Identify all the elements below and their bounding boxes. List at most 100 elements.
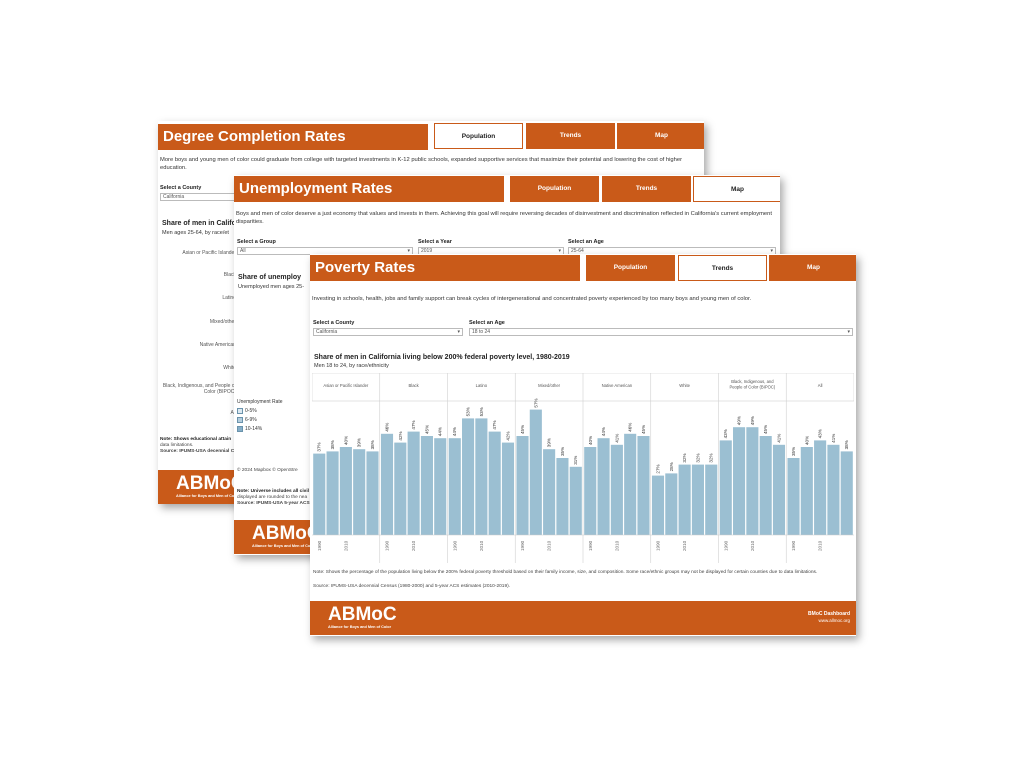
bar [488,431,501,535]
bar [475,418,488,535]
bar-value-label: 46% [385,423,390,432]
bar [624,433,637,535]
abmoc-logo-subtitle: Alliance for Boys and Men of Color [252,544,316,548]
x-tick-label: 2010 [547,540,552,551]
unemp-tab-map[interactable]: Map [693,176,780,202]
x-tick-label: 2010 [682,540,687,551]
poverty-chart-title: Share of men in California living below … [314,354,570,361]
x-tick-label: 1990 [317,540,322,551]
bar [529,409,542,535]
bar [584,447,597,535]
bar [326,451,339,535]
degree-tab-population[interactable]: Population [434,123,523,149]
unemp-age-label: Select an Age [568,239,604,245]
bar-value-label: 38% [330,440,335,449]
unemp-tab-trends[interactable]: Trends [602,176,691,202]
dashboard-url-link[interactable]: www.allmoc.org [818,618,850,623]
degree-tab-trends[interactable]: Trends [526,123,615,149]
degree-chart-title: Share of men in Califo [162,220,236,227]
unemp-tab-population[interactable]: Population [510,176,599,202]
degree-tab-map[interactable]: Map [617,123,704,149]
poverty-source: Source: IPUMS-USA decennial Census (1980… [313,584,511,589]
bar-value-label: 45% [424,425,429,434]
poverty-tab-trends[interactable]: Trends [678,255,767,281]
degree-intro: More boys and young men of color could g… [160,157,683,171]
poverty-tab-population[interactable]: Population [586,255,675,281]
bar-value-label: 40% [588,436,593,445]
bar-value-label: 28% [669,462,674,471]
facet-label: Native American [602,383,633,388]
bar [678,464,691,535]
poverty-tab-map[interactable]: Map [769,255,856,281]
bar-value-label: 32% [682,453,687,462]
bar [407,431,420,535]
bar-value-label: 47% [492,420,497,429]
bar-value-label: 43% [818,429,823,438]
bar [610,444,623,535]
unemp-title: Unemployment Rates [234,176,504,202]
bar-value-label: 46% [628,423,633,432]
bar [353,449,366,535]
bar-value-label: 44% [601,427,606,436]
facet-label: All [818,383,823,388]
bar-value-label: 47% [411,420,416,429]
poverty-footer: ABMoC Alliance for Boys and Men of Color… [310,601,856,635]
bar [543,449,556,535]
bar-value-label: 45% [520,425,525,434]
bar [420,436,433,535]
abmoc-logo-subtitle: Alliance for Boys and Men of Color [328,625,392,629]
x-tick-label: 1990 [452,540,457,551]
x-tick-label: 2010 [343,540,348,551]
degree-row-label: Black [223,272,236,278]
unemp-legend-item: 6-9% [237,417,257,423]
bar-value-label: 38% [370,440,375,449]
legend-swatch [237,417,243,423]
bar-value-label: 41% [614,434,619,443]
bar-value-label: 41% [831,434,836,443]
degree-row-label: Asian or Pacific Islander [182,250,236,256]
x-tick-label: 2010 [479,540,484,551]
unemp-chart-subtitle: Unemployed men ages 25- [238,284,305,290]
bar [462,418,475,535]
legend-swatch [237,426,243,432]
poverty-county-select[interactable]: California ▾ [313,328,463,336]
x-tick-label: 2010 [750,540,755,551]
bar [651,475,665,535]
bar [380,433,394,535]
bar [366,451,379,535]
x-tick-label: 2010 [614,540,619,551]
bar [637,436,650,535]
bar-value-label: 38% [844,440,849,449]
degree-source: Source: IPUMS-USA decennial Ce [160,449,237,454]
bar [448,438,461,535]
bar [516,436,529,535]
bar-value-label: 39% [547,438,552,447]
facet-label: White [679,383,690,388]
map-credit[interactable]: © 2024 Mapbox © OpenStre [237,468,298,474]
bar-value-label: 32% [709,453,714,462]
bar [787,458,800,535]
poverty-panel: Poverty Rates Population Trends Map Inve… [310,254,856,636]
bar [705,464,718,535]
bar-value-label: 40% [343,436,348,445]
x-tick-label: 1990 [723,540,728,551]
bar [556,458,569,535]
abmoc-logo-subtitle: Alliance for Boys and Men of Color [176,494,240,498]
unemp-year-label: Select a Year [418,239,452,245]
degree-row-label: All [160,410,236,416]
poverty-intro: Investing in schools, health, jobs and f… [312,296,752,302]
bar [691,464,704,535]
poverty-age-select[interactable]: 18 to 24 ▾ [469,328,853,336]
bar-value-label: 31% [573,456,578,465]
bar-value-label: 53% [479,407,484,416]
facet-label: Black, Indigenous, and [731,379,774,384]
x-tick-label: 2010 [411,540,416,551]
dashboard-label: BMoC Dashboard [808,611,850,617]
facet-label: Black [409,383,420,388]
bar [434,438,447,535]
bar [733,427,746,535]
x-tick-label: 1990 [791,540,796,551]
degree-row-label: Native American [199,342,236,348]
degree-row-label: Black, Indigenous, and People of Color (… [162,383,236,395]
unemp-group-label: Select a Group [237,239,276,245]
